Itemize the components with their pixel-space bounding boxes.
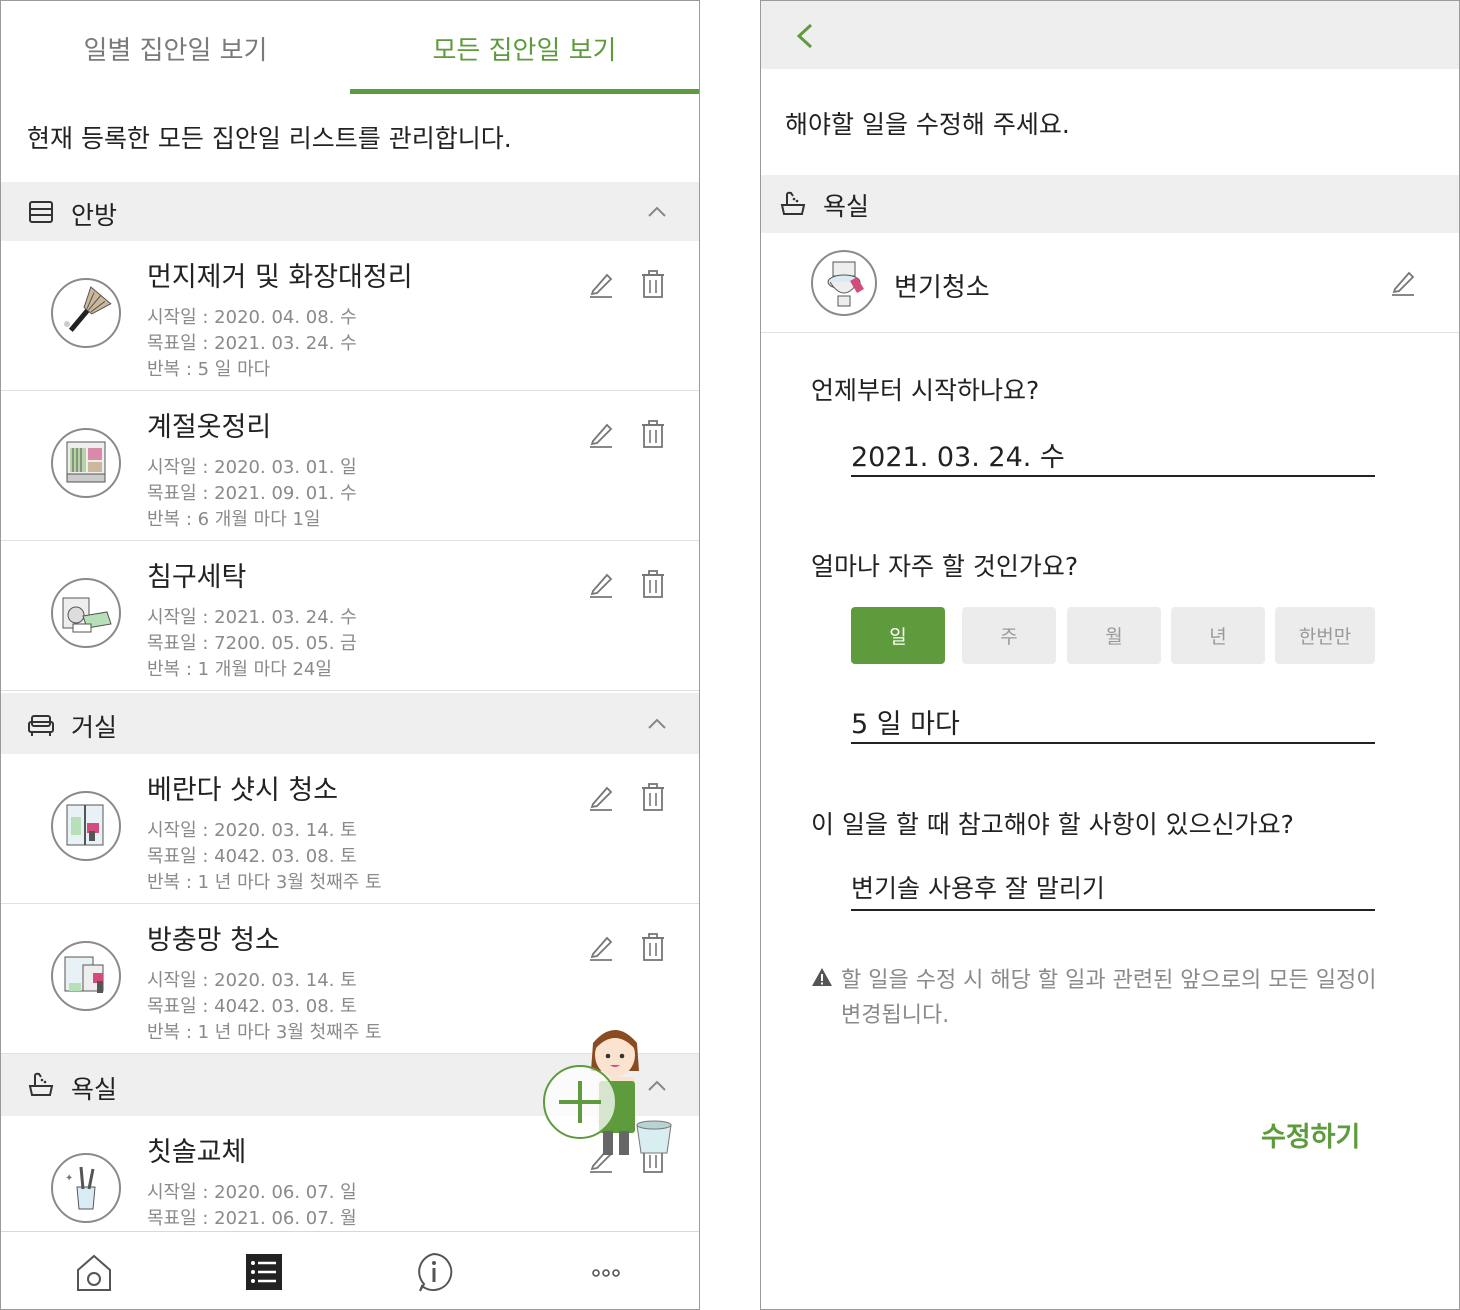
tab-all-chores[interactable]: 모든 집안일 보기: [350, 1, 699, 96]
bathtub-icon: [780, 191, 806, 215]
edit-pencil-icon[interactable]: [587, 569, 615, 599]
chore-target-date: 목표일 : 2021. 09. 01. 수: [147, 483, 357, 504]
chore-repeat: 반복 : 5 일 마다: [147, 359, 271, 380]
note-field[interactable]: 변기솔 사용후 잘 말리기: [851, 865, 1375, 911]
chevron-up-icon[interactable]: [645, 712, 669, 736]
closet-icon: [51, 428, 121, 498]
trash-icon[interactable]: [639, 269, 667, 299]
chore-title: 베란다 샷시 청소: [147, 775, 339, 806]
chevron-up-icon[interactable]: [645, 200, 669, 224]
chore-item[interactable]: 베란다 샷시 청소 시작일 : 2020. 03. 14. 토 목표일 : 40…: [1, 754, 699, 904]
chore-item[interactable]: 침구세탁 시작일 : 2021. 03. 24. 수 목표일 : 7200. 0…: [1, 541, 699, 691]
chore-repeat: 반복 : 1 년 마다 3월 첫째주 토: [147, 872, 382, 893]
info-icon[interactable]: [414, 1252, 454, 1292]
start-date-field[interactable]: 2021. 03. 24. 수: [851, 431, 1375, 477]
save-edit-button[interactable]: 수정하기: [1261, 1115, 1360, 1154]
edit-chore-screen: 해야할 일을 수정해 주세요. 욕실 변기청소 언제부터 시작하나요? 2021…: [760, 0, 1460, 1310]
section-header-bathroom: 욕실: [761, 175, 1459, 233]
back-arrow-icon[interactable]: [791, 19, 821, 53]
warning-text: 할 일을 수정 시 해당 할 일과 관련된 앞으로의 모든 일정이 변경됩니다.: [841, 968, 1377, 1028]
top-bar: [761, 1, 1459, 69]
chore-target-date: 목표일 : 4042. 03. 08. 토: [147, 846, 357, 867]
freq-option-year[interactable]: 년: [1171, 607, 1265, 664]
freq-option-once[interactable]: 한번만: [1275, 607, 1375, 664]
tab-daily-chores[interactable]: 일별 집안일 보기: [1, 1, 350, 96]
chore-start-date: 시작일 : 2020. 04. 08. 수: [147, 307, 357, 328]
frequency-field[interactable]: 5 일 마다: [851, 698, 1375, 744]
frequency-question: 얼마나 자주 할 것인가요?: [811, 552, 1079, 581]
washing-machine-icon: [51, 578, 121, 648]
trash-icon[interactable]: [639, 569, 667, 599]
chore-target-date: 목표일 : 4042. 03. 08. 토: [147, 996, 357, 1017]
warning-icon: [812, 968, 832, 986]
task-name: 변기청소: [894, 273, 990, 303]
section-label: 안방: [71, 201, 118, 230]
chore-repeat: 반복 : 6 개월 마다 1일: [147, 509, 321, 530]
chore-title: 계절옷정리: [147, 412, 272, 443]
section-label: 욕실: [823, 192, 870, 221]
page-description: 현재 등록한 모든 집안일 리스트를 관리합니다.: [27, 124, 512, 153]
chore-item[interactable]: 계절옷정리 시작일 : 2020. 03. 01. 일 목표일 : 2021. …: [1, 391, 699, 541]
freq-option-month[interactable]: 월: [1067, 607, 1161, 664]
chore-item[interactable]: 먼지제거 및 화장대정리 시작일 : 2020. 04. 08. 수 목표일 :…: [1, 241, 699, 391]
chore-start-date: 시작일 : 2020. 03. 14. 토: [147, 970, 357, 991]
freq-option-week[interactable]: 주: [962, 607, 1056, 664]
all-chores-screen: 일별 집안일 보기 모든 집안일 보기 현재 등록한 모든 집안일 리스트를 관…: [0, 0, 700, 1310]
svg-text:✦: ✦: [65, 1173, 73, 1184]
plus-icon: [559, 1081, 601, 1123]
freq-option-day[interactable]: 일: [851, 607, 945, 664]
home-icon[interactable]: [74, 1252, 114, 1292]
note-question: 이 일을 할 때 참고해야 할 사항이 있으신가요?: [811, 810, 1294, 839]
view-tabs: 일별 집안일 보기 모든 집안일 보기: [1, 1, 699, 96]
bathtub-icon: [28, 1072, 54, 1096]
dresser-icon: [29, 201, 53, 223]
chore-title: 먼지제거 및 화장대정리: [147, 262, 413, 293]
duster-icon: [51, 278, 121, 348]
chore-title: 방충망 청소: [147, 925, 280, 956]
add-chore-button[interactable]: [543, 1065, 617, 1139]
chore-start-date: 시작일 : 2020. 03. 14. 토: [147, 820, 357, 841]
section-label: 거실: [71, 713, 118, 742]
edit-pencil-icon[interactable]: [587, 932, 615, 962]
chore-target-date: 목표일 : 2021. 03. 24. 수: [147, 333, 357, 354]
chore-repeat: 반복 : 1 개월 마다 24일: [147, 659, 332, 680]
section-header-living-room[interactable]: 거실: [1, 693, 699, 754]
edit-pencil-icon[interactable]: [1389, 267, 1417, 297]
trash-icon[interactable]: [639, 932, 667, 962]
section-header-bedroom[interactable]: 안방: [1, 182, 699, 241]
task-row: 변기청소: [761, 233, 1459, 333]
chore-repeat: 반복 : 1 년 마다 3월 첫째주 토: [147, 1022, 382, 1043]
sofa-icon: [28, 715, 54, 736]
window-cleaning-icon: [51, 791, 121, 861]
edit-pencil-icon[interactable]: [587, 269, 615, 299]
more-icon[interactable]: [586, 1252, 626, 1292]
list-icon[interactable]: [244, 1252, 284, 1292]
toothbrush-icon: ✦: [51, 1153, 121, 1223]
edit-pencil-icon[interactable]: [587, 419, 615, 449]
chore-start-date: 시작일 : 2021. 03. 24. 수: [147, 607, 357, 628]
trash-icon[interactable]: [639, 419, 667, 449]
start-date-question: 언제부터 시작하나요?: [811, 376, 1040, 405]
chore-start-date: 시작일 : 2020. 03. 01. 일: [147, 457, 357, 478]
trash-icon[interactable]: [639, 782, 667, 812]
chore-title: 칫솔교체: [147, 1137, 247, 1168]
chore-start-date: 시작일 : 2020. 06. 07. 일: [147, 1182, 357, 1203]
chore-title: 침구세탁: [147, 562, 247, 593]
bottom-navigation: [1, 1231, 699, 1309]
chore-target-date: 목표일 : 2021. 06. 07. 월: [147, 1208, 357, 1229]
edit-pencil-icon[interactable]: [587, 782, 615, 812]
section-label: 욕실: [71, 1075, 118, 1104]
toilet-cleaning-icon: [811, 250, 877, 316]
active-tab-indicator: [350, 89, 699, 94]
screen-cleaning-icon: [51, 941, 121, 1011]
page-description: 해야할 일을 수정해 주세요.: [785, 110, 1070, 139]
chore-target-date: 목표일 : 7200. 05. 05. 금: [147, 633, 357, 654]
